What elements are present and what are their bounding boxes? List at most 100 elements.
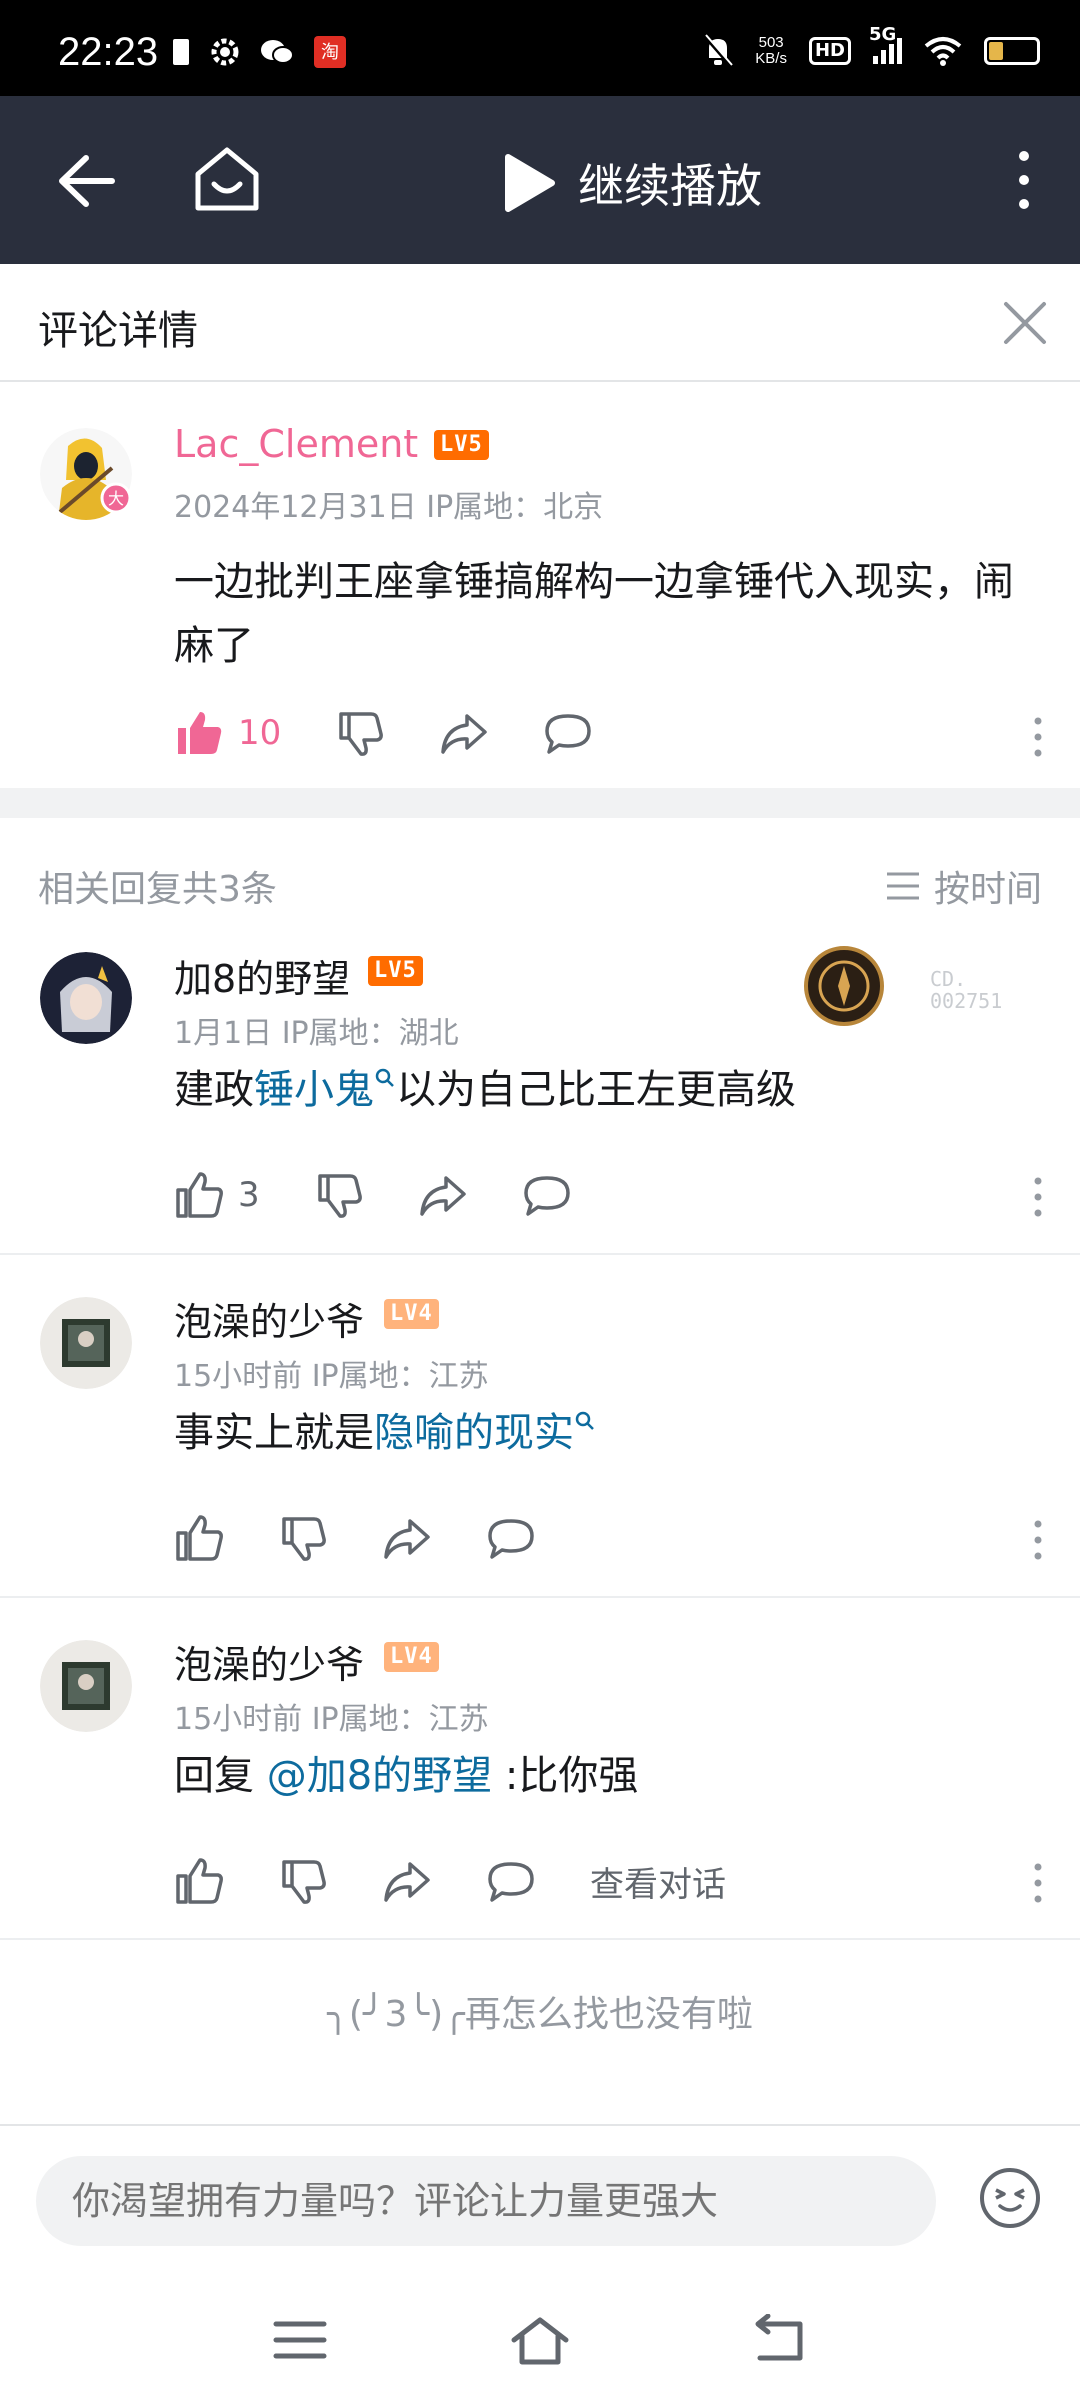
replies-count: 相关回复共3条 bbox=[38, 869, 277, 910]
mute-bell-icon bbox=[703, 34, 734, 68]
emoji-icon[interactable] bbox=[978, 2166, 1042, 2230]
svg-text:淘: 淘 bbox=[321, 42, 339, 63]
share-icon[interactable] bbox=[382, 1513, 432, 1563]
level-badge: LV4 bbox=[384, 1642, 439, 1672]
sort-by-time-button[interactable]: 按时间 bbox=[884, 860, 1042, 912]
status-left-icons: 淘 bbox=[172, 36, 346, 68]
thumb-down-icon[interactable] bbox=[278, 1856, 328, 1906]
wechat-icon bbox=[261, 40, 294, 64]
thumb-down-icon[interactable] bbox=[314, 1170, 364, 1220]
reply-bubble-icon[interactable] bbox=[543, 708, 593, 758]
like-count: 10 bbox=[238, 713, 282, 753]
thumb-down-icon[interactable] bbox=[278, 1513, 328, 1563]
home-icon[interactable] bbox=[190, 142, 264, 216]
reply-bubble-icon[interactable] bbox=[486, 1856, 536, 1906]
content-text: 以为自己比王左更高级 bbox=[396, 1067, 796, 1113]
thumb-down-icon[interactable] bbox=[335, 708, 385, 758]
avatar[interactable] bbox=[40, 952, 132, 1044]
share-icon[interactable] bbox=[382, 1856, 432, 1906]
reply-item: 泡澡的少爷 LV4 15小时前 IP属地：江苏 回复 @加8的野望 :比你强 查… bbox=[0, 1598, 1080, 1938]
view-conversation-button[interactable]: 查看对话 bbox=[590, 1857, 726, 1906]
search-link[interactable]: 锤小鬼 bbox=[254, 1067, 396, 1113]
level-badge: LV5 bbox=[368, 956, 423, 986]
network-speed: 503 KB/s bbox=[755, 35, 787, 67]
thumb-up-icon bbox=[176, 1172, 223, 1218]
search-icon bbox=[575, 1411, 594, 1430]
end-of-list-text: ╮(╯3╰)╭再怎么找也没有啦 bbox=[327, 1994, 753, 2035]
comment-actions: 10 bbox=[174, 708, 593, 758]
comment-actions: 3 bbox=[174, 1170, 572, 1220]
fan-badge-number: CD. 002751 bbox=[930, 968, 1002, 1012]
back-arrow-icon[interactable] bbox=[50, 146, 120, 216]
level-badge: LV4 bbox=[384, 1299, 439, 1329]
more-dots-icon[interactable] bbox=[1032, 1862, 1044, 1904]
thumb-up-icon[interactable] bbox=[174, 1513, 224, 1563]
vip-badge-icon: 大 bbox=[100, 482, 132, 514]
comment-detail-header: 评论详情 bbox=[0, 264, 1080, 382]
thumb-up-filled-icon bbox=[178, 712, 222, 754]
search-link-text: 隐喻的现实 bbox=[374, 1410, 574, 1456]
settings-icon bbox=[211, 38, 239, 66]
battery-icon bbox=[984, 37, 1040, 65]
like-button[interactable]: 3 bbox=[174, 1170, 260, 1220]
username[interactable]: 泡澡的少爷 bbox=[174, 1291, 364, 1346]
continue-play-label: 继续播放 bbox=[578, 159, 762, 213]
signal-label: 5G bbox=[869, 24, 897, 45]
close-icon[interactable] bbox=[998, 296, 1052, 350]
share-icon[interactable] bbox=[439, 708, 489, 758]
divider bbox=[0, 1938, 1080, 1940]
system-home-icon[interactable] bbox=[510, 2314, 570, 2366]
section-divider bbox=[0, 788, 1080, 818]
sort-list-icon bbox=[886, 872, 919, 900]
content-text: 回复 bbox=[174, 1753, 267, 1799]
continue-play-button[interactable]: 继续播放 bbox=[500, 150, 762, 216]
avatar[interactable] bbox=[40, 1297, 132, 1389]
cell-signal: 5G bbox=[869, 24, 902, 64]
avatar-image bbox=[40, 1640, 132, 1732]
comment-actions bbox=[174, 1513, 536, 1563]
comment-meta: 15小时前 IP属地：江苏 bbox=[174, 1359, 489, 1394]
system-nav-bar bbox=[0, 2278, 1080, 2400]
sim-card-icon bbox=[173, 39, 189, 65]
reply-item: 泡澡的少爷 LV4 15小时前 IP属地：江苏 事实上就是隐喻的现实 bbox=[0, 1255, 1080, 1595]
username[interactable]: 加8的野望 bbox=[174, 948, 350, 1003]
main-comment: 大 Lac_Clement LV5 2024年12月31日 IP属地：北京 一边… bbox=[0, 382, 1080, 788]
username[interactable]: Lac_Clement bbox=[174, 422, 418, 466]
more-vertical-icon[interactable] bbox=[1004, 148, 1044, 212]
mention-link[interactable]: @加8的野望 bbox=[267, 1753, 492, 1799]
replies-header: 相关回复共3条 按时间 bbox=[0, 818, 1080, 948]
status-bar: 22:23 淘 503 KB/s HD 5G bbox=[0, 0, 1080, 96]
taobao-icon: 淘 bbox=[314, 36, 346, 68]
system-back-icon[interactable] bbox=[750, 2314, 810, 2366]
comment-meta: 15小时前 IP属地：江苏 bbox=[174, 1702, 489, 1737]
comment-content: 建政锤小鬼 以为自己比王左更高级 bbox=[174, 1058, 1034, 1122]
search-link[interactable]: 隐喻的现实 bbox=[374, 1410, 596, 1456]
username[interactable]: 泡澡的少爷 bbox=[174, 1634, 364, 1689]
comment-input[interactable] bbox=[36, 2156, 936, 2246]
svg-text:大: 大 bbox=[108, 489, 124, 508]
comment-content: 一边批判王座拿锤搞解构一边拿锤代入现实，闹麻了 bbox=[174, 559, 1014, 669]
more-dots-icon[interactable] bbox=[1032, 1519, 1044, 1561]
like-button[interactable]: 10 bbox=[174, 708, 281, 758]
reply-bubble-icon[interactable] bbox=[522, 1170, 572, 1220]
content-text: 建政 bbox=[174, 1067, 254, 1113]
more-dots-icon[interactable] bbox=[1032, 1176, 1044, 1218]
like-count: 3 bbox=[238, 1175, 260, 1215]
share-icon[interactable] bbox=[418, 1170, 468, 1220]
comment-content: 事实上就是隐喻的现实 bbox=[174, 1401, 1034, 1465]
thumb-up-icon[interactable] bbox=[174, 1856, 224, 1906]
comment-meta: 2024年12月31日 IP属地：北京 bbox=[174, 490, 604, 525]
top-nav: 继续播放 bbox=[0, 96, 1080, 264]
status-time: 22:23 bbox=[58, 30, 159, 74]
comment-actions: 查看对话 bbox=[174, 1856, 726, 1906]
avatar-image bbox=[40, 952, 132, 1044]
menu-icon[interactable] bbox=[270, 2314, 330, 2366]
reply-bubble-icon[interactable] bbox=[486, 1513, 536, 1563]
wifi-icon bbox=[924, 37, 962, 66]
more-dots-icon[interactable] bbox=[1032, 716, 1044, 758]
fan-badge-line-1: CD. bbox=[930, 967, 967, 991]
comment-content: 回复 @加8的野望 :比你强 bbox=[174, 1744, 1034, 1808]
avatar[interactable] bbox=[40, 1640, 132, 1732]
page-title: 评论详情 bbox=[38, 308, 198, 354]
play-icon bbox=[505, 154, 555, 212]
